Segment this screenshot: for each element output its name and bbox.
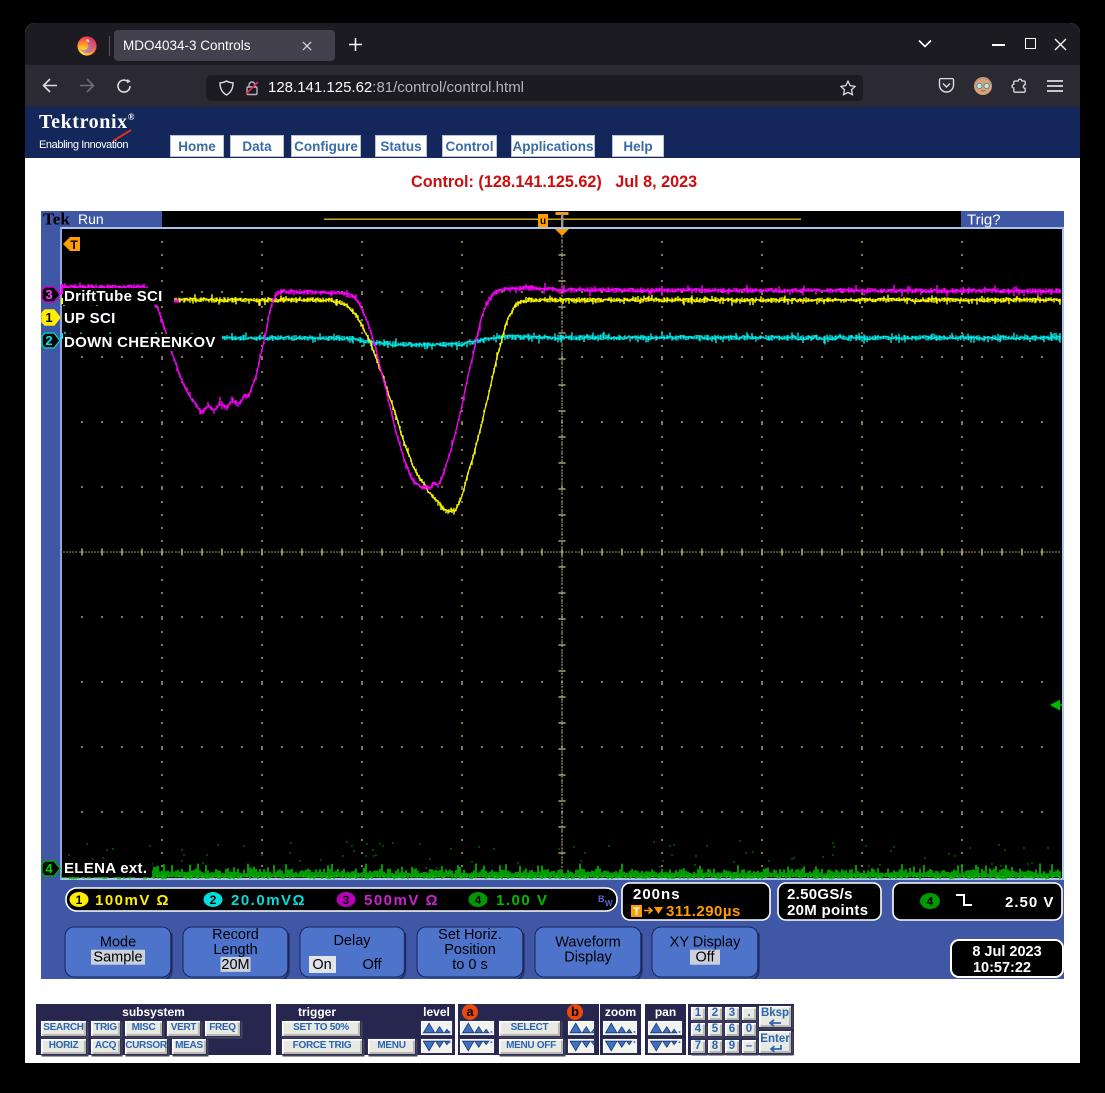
svg-text:T: T [633,906,640,918]
svg-text:311.290µs: 311.290µs [666,903,741,920]
svg-text:20.0mVΩ: 20.0mVΩ [231,892,306,909]
svg-text:2: 2 [45,333,52,348]
svg-text:2: 2 [210,893,217,907]
svg-text:Run: Run [78,211,104,227]
svg-text:ELENA ext.: ELENA ext. [64,860,147,877]
svg-text:UP SCI: UP SCI [64,310,116,327]
svg-text:DOWN CHERENKOV: DOWN CHERENKOV [64,334,216,351]
svg-text:20M points: 20M points [787,902,868,919]
svg-text:2.50 V: 2.50 V [1005,894,1054,911]
svg-text:Position: Position [444,942,496,958]
svg-text:Length: Length [213,942,257,958]
svg-text:1: 1 [76,893,83,907]
svg-text:Trig?: Trig? [967,212,1001,229]
svg-text:Sample: Sample [93,950,142,966]
svg-text:200ns: 200ns [633,886,681,903]
svg-text:3: 3 [343,893,350,907]
svg-text:4: 4 [927,895,934,909]
svg-text:4: 4 [45,861,53,876]
svg-text:10:57:22: 10:57:22 [973,960,1031,976]
svg-text:T: T [70,238,78,252]
svg-text:20M: 20M [221,957,249,973]
svg-text:Tek: Tek [43,211,70,229]
svg-text:DriftTube SCI: DriftTube SCI [64,288,163,305]
svg-text:3: 3 [45,287,52,302]
svg-text:100mV Ω: 100mV Ω [95,892,170,909]
svg-text:u: u [540,216,546,227]
svg-text:500mV Ω: 500mV Ω [364,892,439,909]
svg-text:1: 1 [45,310,52,325]
svg-text:XY Display: XY Display [670,935,741,951]
svg-text:1.00 V: 1.00 V [496,892,548,909]
svg-text:Off: Off [362,957,382,973]
svg-text:Off: Off [695,950,715,966]
svg-text:2.50GS/s: 2.50GS/s [787,886,853,903]
svg-text:Record: Record [212,927,259,943]
svg-text:Display: Display [564,950,612,966]
svg-text:On: On [312,957,331,973]
svg-text:8 Jul 2023: 8 Jul 2023 [972,944,1041,960]
svg-text:Set Horiz.: Set Horiz. [438,927,502,943]
svg-text:Mode: Mode [100,935,136,951]
svg-text:B: B [598,894,605,904]
svg-text:W: W [605,899,613,908]
svg-text:Delay: Delay [333,933,371,949]
svg-text:4: 4 [475,893,482,907]
svg-text:Waveform: Waveform [555,935,621,951]
svg-text:to 0 s: to 0 s [452,957,487,973]
